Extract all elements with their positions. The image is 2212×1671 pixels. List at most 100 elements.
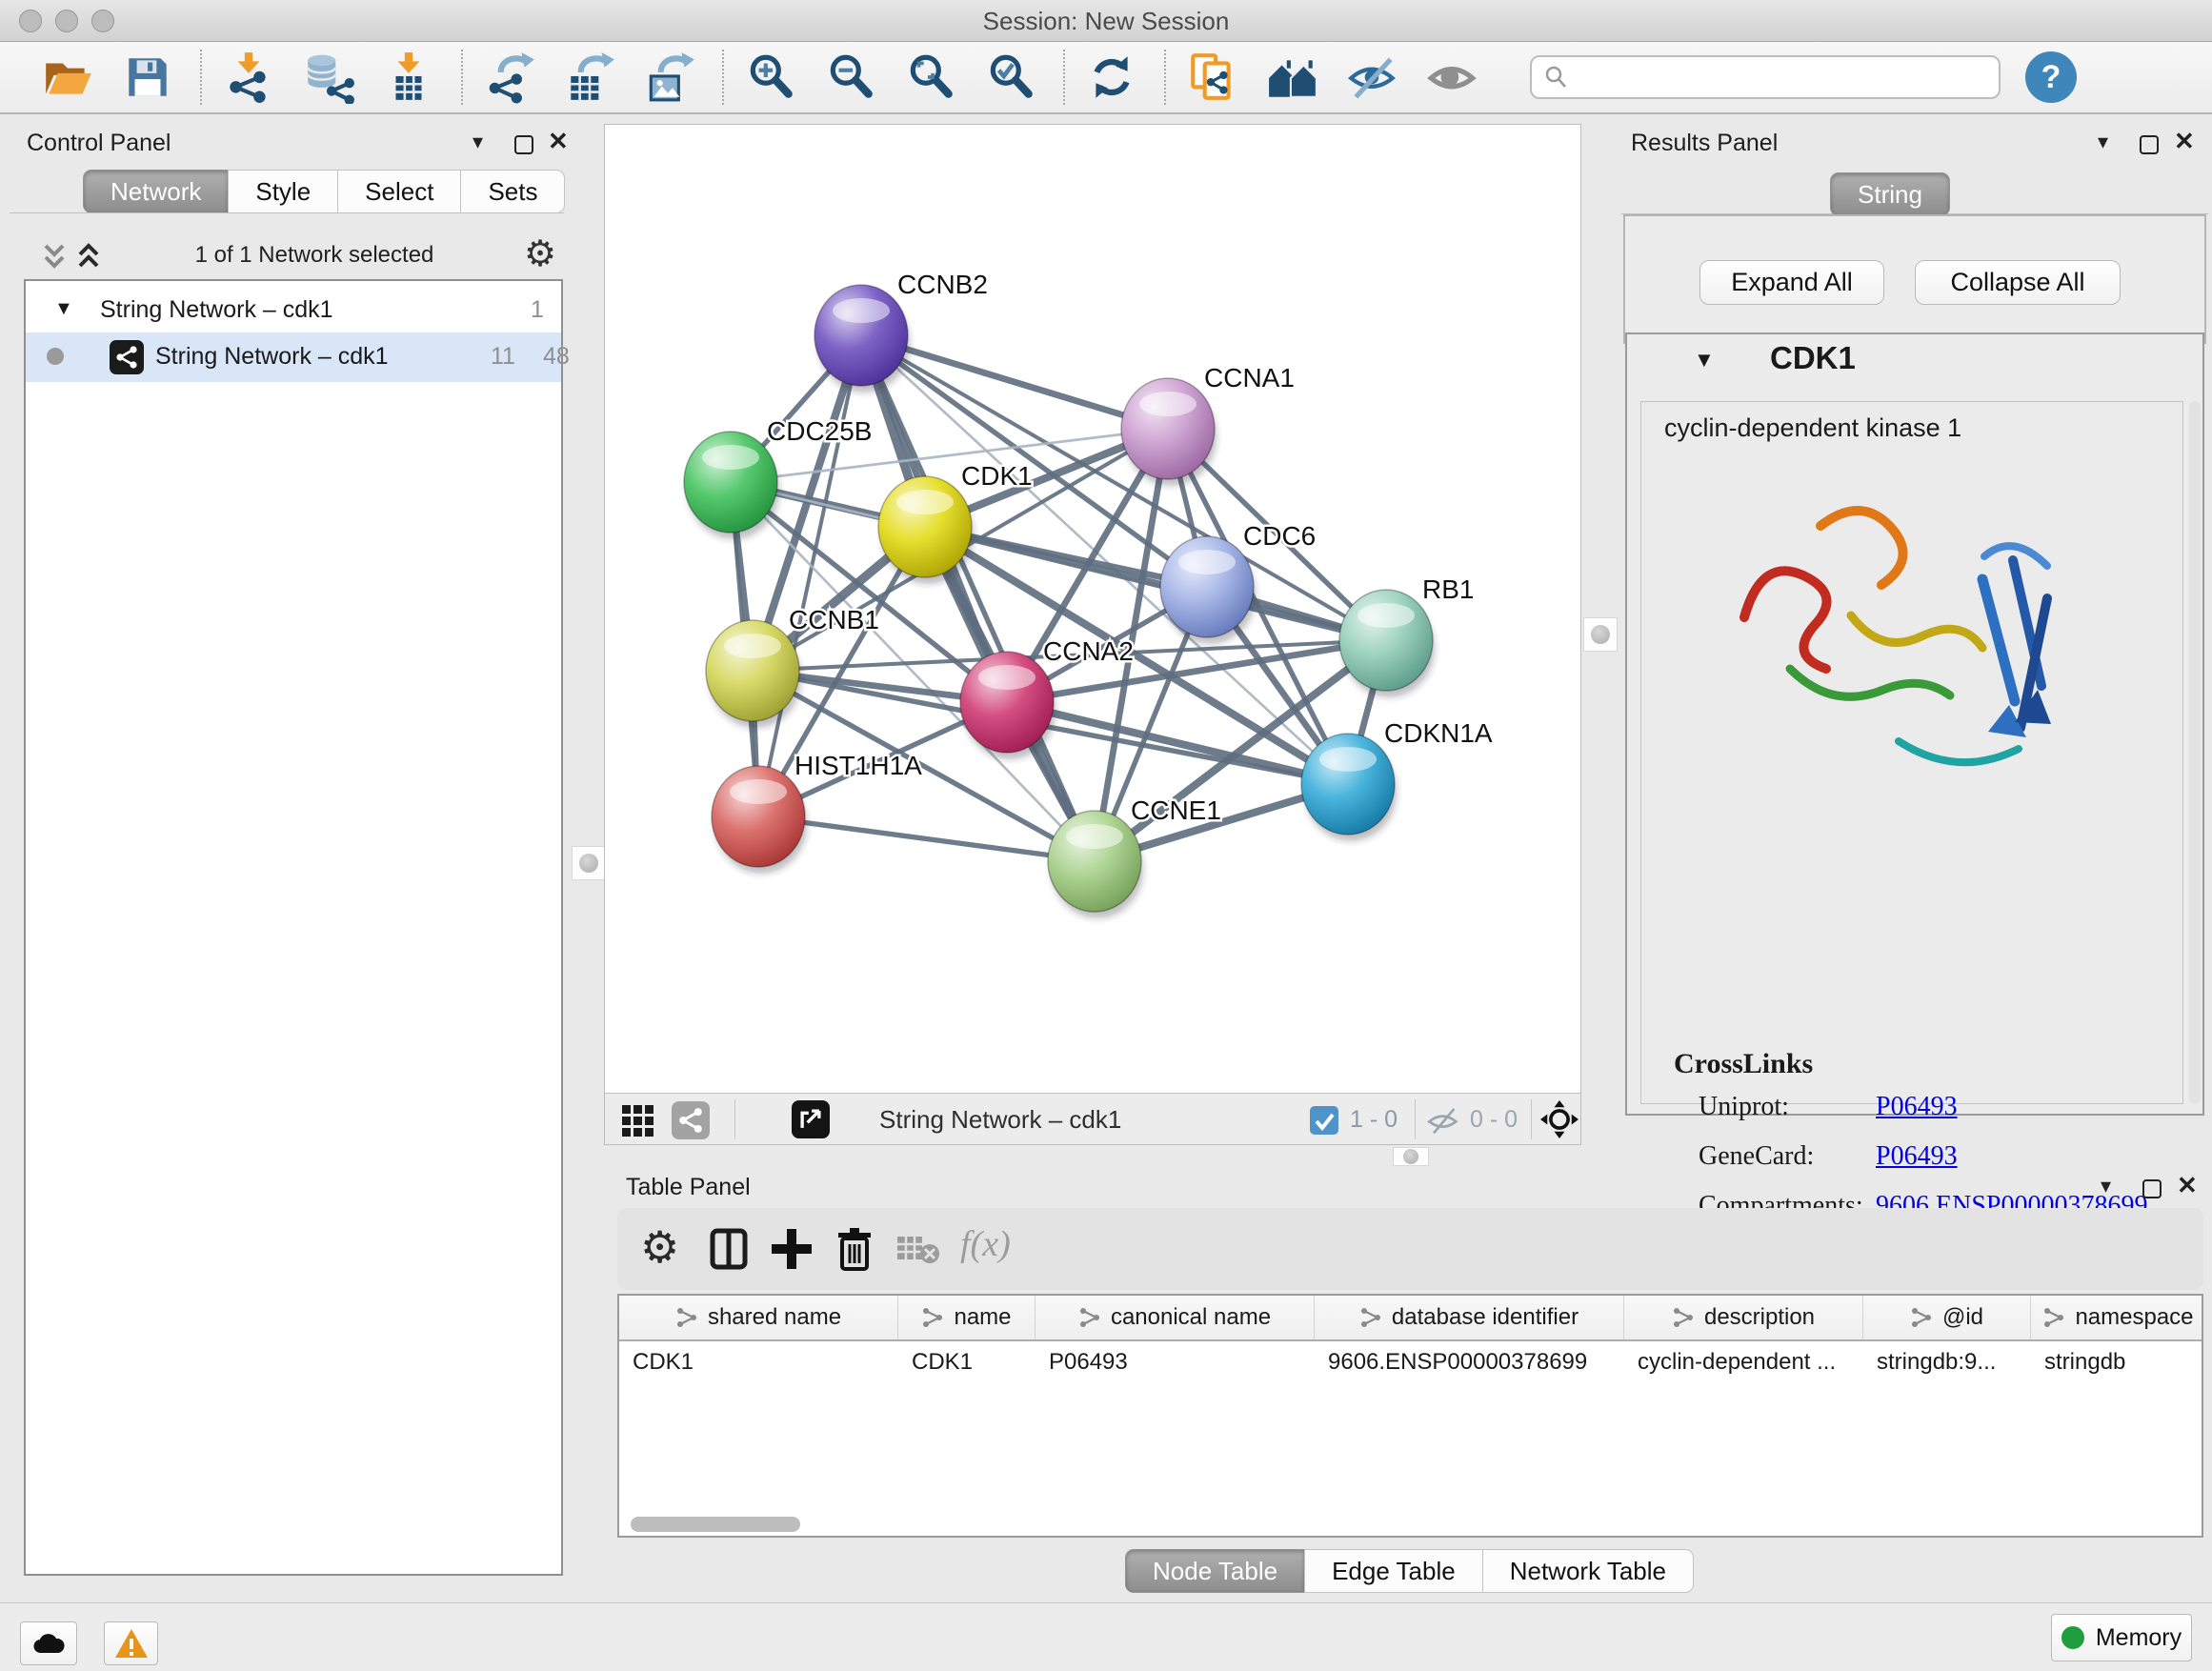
- column-header-description[interactable]: description: [1624, 1296, 1863, 1339]
- table-panel-float-icon[interactable]: [2142, 1179, 2162, 1198]
- crosslink-uniprot-link[interactable]: P06493: [1876, 1092, 1958, 1122]
- hide-selected-button[interactable]: [1341, 46, 1404, 109]
- tab-network-table[interactable]: Network Table: [1482, 1549, 1694, 1593]
- results-panel-splitter-handle[interactable]: [1583, 617, 1618, 652]
- open-session-button[interactable]: [36, 46, 99, 109]
- tabs-divider: [10, 212, 564, 213]
- node-label-CDKN1A: CDKN1A: [1384, 718, 1493, 748]
- table-toolbar: ⚙ f(x): [617, 1208, 2203, 1290]
- network-edge-HIST1H1A-CCNE1[interactable]: [758, 816, 1095, 861]
- table-cell[interactable]: stringdb: [2031, 1341, 2203, 1383]
- tab-node-table[interactable]: Node Table: [1125, 1549, 1305, 1593]
- column-header-database-identifier[interactable]: database identifier: [1315, 1296, 1624, 1339]
- table-panel-close-icon[interactable]: ✕: [2177, 1171, 2198, 1200]
- network-canvas[interactable]: CCNB2CCNA1CDC25BCDK1CDC6RB1CCNB1CCNA2CDK…: [605, 125, 1580, 1093]
- table-hscrollbar-thumb[interactable]: [631, 1517, 800, 1532]
- refresh-view-button[interactable]: [1080, 46, 1143, 109]
- column-header-canonical-name[interactable]: canonical name: [1036, 1296, 1315, 1339]
- table-cell[interactable]: stringdb:9...: [1863, 1341, 2031, 1383]
- import-network-from-file-button[interactable]: [217, 46, 280, 109]
- results-actions-strip: Expand All Collapse All: [1623, 214, 2206, 344]
- network-status-dot: [47, 348, 64, 365]
- expand-all-button[interactable]: Expand All: [1699, 260, 1884, 305]
- import-table-from-file-button[interactable]: [377, 46, 440, 109]
- warnings-button[interactable]: [104, 1621, 158, 1665]
- node-label-CCNE1: CCNE1: [1131, 795, 1221, 825]
- tab-network[interactable]: Network: [83, 170, 229, 213]
- collapse-all-networks-icon[interactable]: [38, 238, 70, 276]
- show-all-button[interactable]: [1421, 46, 1484, 109]
- control-panel-float-icon[interactable]: [514, 135, 533, 154]
- delete-table-icon[interactable]: [895, 1233, 941, 1265]
- tab-style[interactable]: Style: [228, 170, 338, 213]
- zoom-selected-button[interactable]: [979, 46, 1042, 109]
- zoom-in-button[interactable]: [739, 46, 802, 109]
- export-image-button[interactable]: [638, 46, 701, 109]
- collection-expand-icon[interactable]: ▼: [54, 298, 73, 320]
- save-session-button[interactable]: [116, 46, 179, 109]
- import-network-from-database-button[interactable]: [297, 46, 360, 109]
- table-panel-collapse-icon[interactable]: ▾: [2101, 1174, 2111, 1198]
- zoom-out-button[interactable]: [819, 46, 882, 109]
- tab-select[interactable]: Select: [337, 170, 461, 213]
- create-column-icon[interactable]: [770, 1227, 814, 1271]
- network-options-gear-icon[interactable]: ⚙: [524, 232, 556, 275]
- titlebar: Session: New Session: [0, 0, 2212, 42]
- export-table-button[interactable]: [558, 46, 621, 109]
- results-panel-close-icon[interactable]: ✕: [2174, 127, 2195, 156]
- selected-checkbox-icon[interactable]: [1310, 1106, 1338, 1135]
- network-row-selected[interactable]: String Network – cdk1 11 48: [26, 332, 561, 382]
- toolbar-separator: [1164, 50, 1166, 105]
- table-cell[interactable]: CDK1: [619, 1341, 898, 1383]
- tab-edge-table[interactable]: Edge Table: [1304, 1549, 1483, 1593]
- column-header-shared-name[interactable]: shared name: [619, 1296, 898, 1339]
- table-cell[interactable]: CDK1: [898, 1341, 1036, 1383]
- grid-view-icon[interactable]: [620, 1103, 654, 1137]
- column-header--id[interactable]: @id: [1863, 1296, 2031, 1339]
- tab-string[interactable]: String: [1830, 172, 1950, 216]
- cloud-status-button[interactable]: [20, 1621, 77, 1665]
- results-panel-collapse-icon[interactable]: ▾: [2098, 130, 2108, 154]
- hidden-eye-icon[interactable]: [1426, 1105, 1460, 1136]
- column-header-name[interactable]: name: [898, 1296, 1036, 1339]
- status-bar: Memory: [0, 1602, 2212, 1671]
- table-options-gear-icon[interactable]: ⚙: [640, 1221, 679, 1273]
- show-columns-icon[interactable]: [707, 1227, 751, 1271]
- results-scrollbar[interactable]: [2189, 401, 2201, 1104]
- memory-button[interactable]: Memory: [2051, 1614, 2192, 1661]
- birds-eye-view-icon[interactable]: [1540, 1100, 1579, 1138]
- network-edge-CDK1-RB1[interactable]: [925, 527, 1386, 640]
- collapse-all-button[interactable]: Collapse All: [1915, 260, 2121, 305]
- network-overview-icon[interactable]: [672, 1101, 710, 1139]
- tab-sets[interactable]: Sets: [460, 170, 565, 213]
- control-panel-collapse-icon[interactable]: ▾: [473, 130, 483, 154]
- fit-content-button[interactable]: [899, 46, 962, 109]
- delete-column-icon[interactable]: [833, 1225, 876, 1273]
- new-network-from-selection-button[interactable]: [1181, 46, 1244, 109]
- protein-collapse-icon[interactable]: ▼: [1694, 348, 1715, 372]
- export-network-button[interactable]: [478, 46, 541, 109]
- table-cell[interactable]: cyclin-dependent ...: [1624, 1341, 1863, 1383]
- network-collection-row[interactable]: ▼ String Network – cdk1 1: [26, 291, 561, 332]
- help-button[interactable]: ?: [2025, 51, 2077, 103]
- memory-status-dot: [2061, 1626, 2084, 1649]
- hidden-count: 0 - 0: [1470, 1106, 1518, 1134]
- function-builder-icon[interactable]: f(x): [960, 1223, 1011, 1265]
- table-panel-tabs: Node Table Edge Table Network Table: [1126, 1549, 1694, 1593]
- network-label: String Network – cdk1: [155, 343, 389, 371]
- table-cell[interactable]: P06493: [1036, 1341, 1315, 1383]
- control-panel-close-icon[interactable]: ✕: [548, 127, 569, 156]
- table-panel-splitter-handle[interactable]: [1393, 1147, 1429, 1166]
- column-header-namespace[interactable]: namespace: [2031, 1296, 2203, 1339]
- toolbar-separator: [461, 50, 463, 105]
- detach-view-icon[interactable]: [792, 1100, 830, 1138]
- toolbar-separator: [1063, 50, 1065, 105]
- expand-all-networks-icon[interactable]: [72, 238, 105, 276]
- results-panel-float-icon[interactable]: [2140, 135, 2159, 154]
- table-cell[interactable]: 9606.ENSP00000378699: [1315, 1341, 1624, 1383]
- table-row[interactable]: CDK1CDK1P064939606.ENSP00000378699cyclin…: [619, 1341, 2202, 1383]
- protein-details: cyclin-dependent kinase 1: [1640, 401, 2183, 1104]
- control-panel-splitter-handle[interactable]: [572, 846, 606, 880]
- search-input[interactable]: [1570, 58, 1999, 96]
- first-neighbors-button[interactable]: [1261, 46, 1324, 109]
